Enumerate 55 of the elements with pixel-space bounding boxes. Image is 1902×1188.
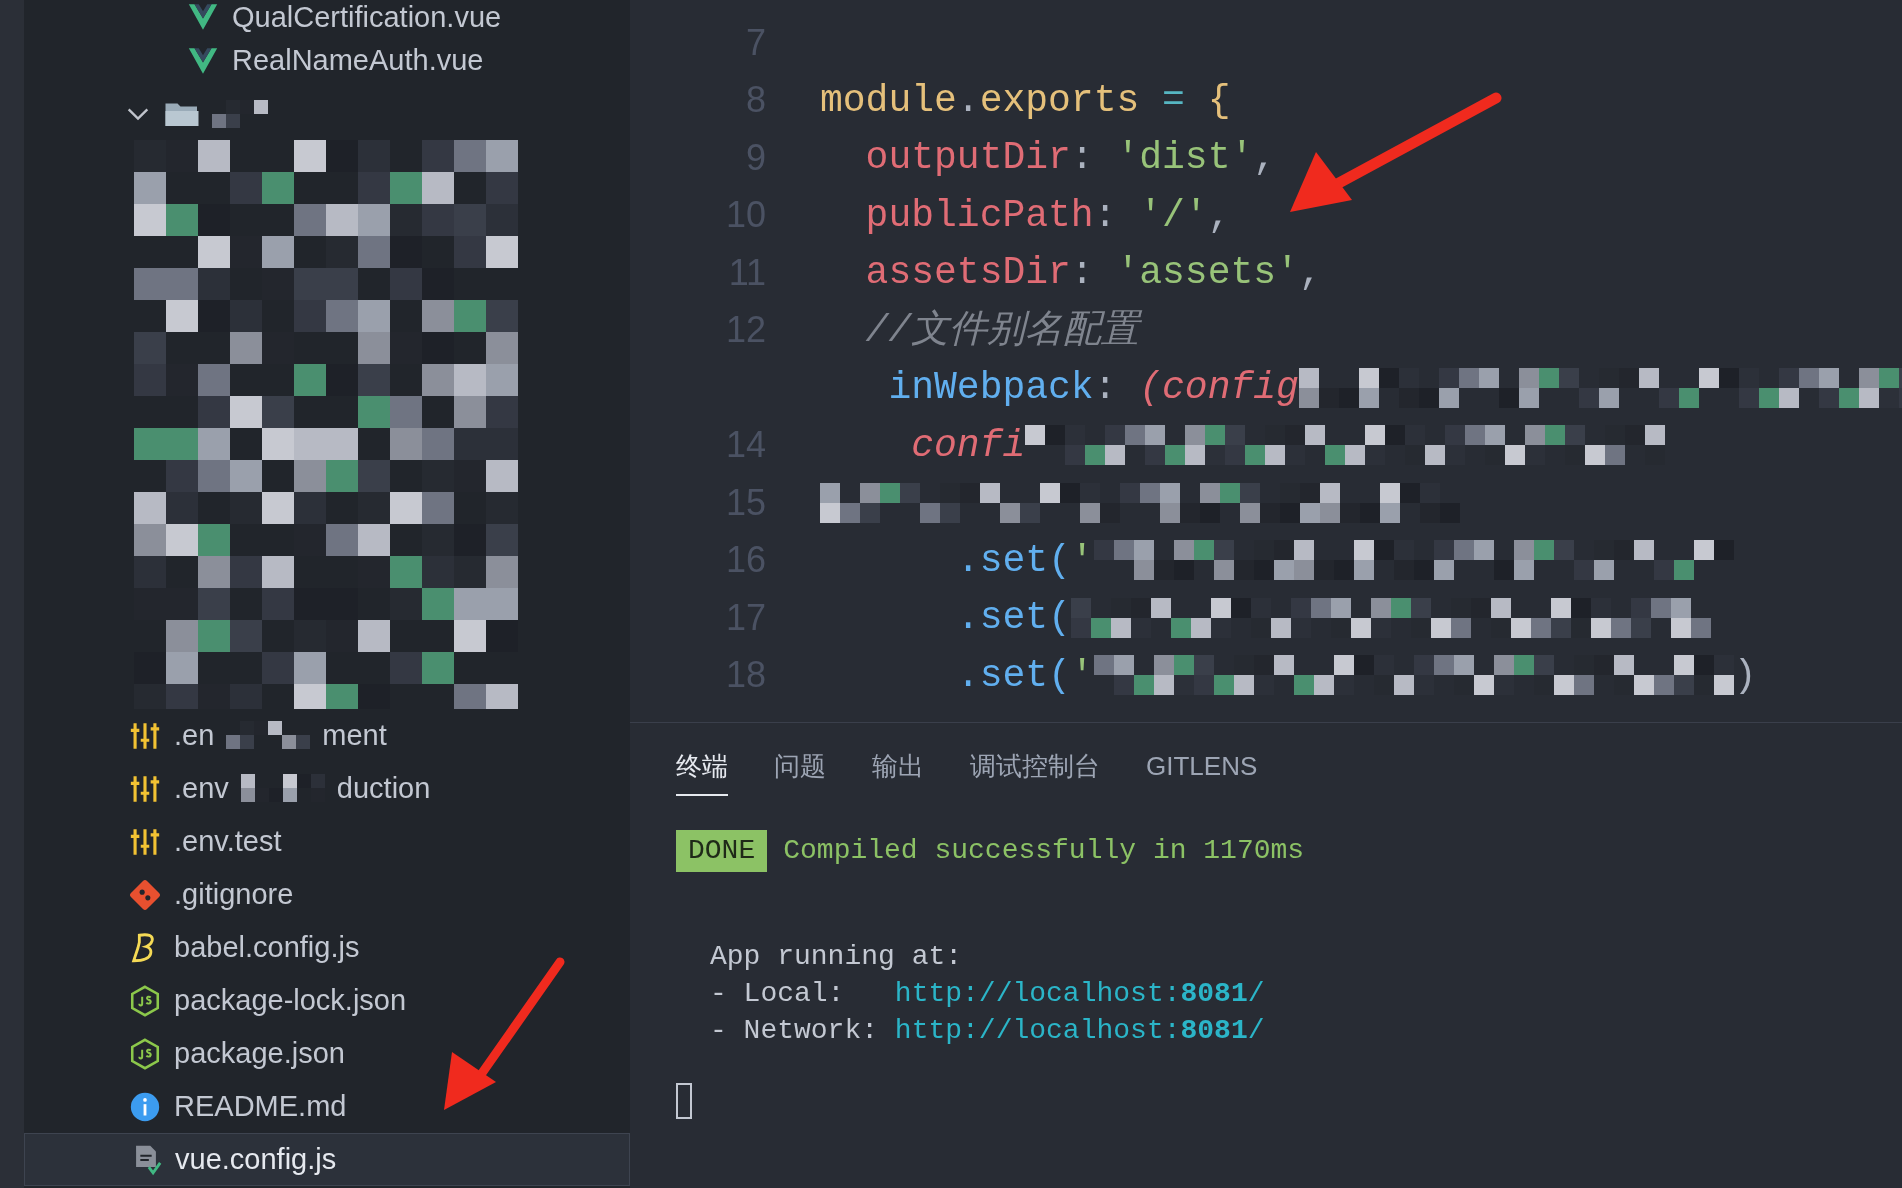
code-token: '/': [1139, 192, 1208, 239]
panel-tab[interactable]: 输出: [872, 747, 924, 796]
code-token: :: [1070, 250, 1095, 297]
code-token: {: [1207, 77, 1231, 124]
file-item[interactable]: .gitignore: [24, 868, 630, 921]
terminal-text: - Network:: [710, 1014, 880, 1048]
file-item[interactable]: .en ment: [24, 709, 630, 762]
code-token: 'assets': [1116, 250, 1299, 297]
file-item[interactable]: babel.config.js: [24, 921, 630, 974]
file-item[interactable]: package.json: [24, 1027, 630, 1080]
code-token: (config: [1139, 365, 1299, 412]
file-item[interactable]: .env duction: [24, 762, 630, 815]
file-item[interactable]: RealNameAuth.vue: [24, 34, 630, 87]
code-token: :: [1093, 192, 1118, 239]
file-item[interactable]: package-lock.json: [24, 974, 630, 1027]
code-token: outputDir: [864, 135, 1071, 182]
code-token: 'dist': [1116, 135, 1254, 182]
code-token: =: [1161, 77, 1186, 124]
panel-tab[interactable]: 调试控制台: [970, 747, 1100, 796]
code-token: //文件别名配置: [864, 307, 1140, 354]
url-link[interactable]: http://localhost:8081/: [894, 975, 1265, 1012]
code-token: .set(: [955, 595, 1071, 642]
code-token: assetsDir: [864, 250, 1071, 297]
file-item[interactable]: .env.test: [24, 815, 630, 868]
code-token: .: [956, 77, 980, 124]
code-token: module: [820, 77, 957, 124]
url-link[interactable]: http://localhost:8081/: [894, 1012, 1265, 1049]
file-item[interactable]: README.md: [24, 1080, 630, 1133]
file-item[interactable]: QualCertification.vue: [24, 0, 630, 34]
code-token: inWebpack: [887, 365, 1094, 412]
panel-tab[interactable]: 终端: [676, 747, 728, 796]
code-token: .set(: [955, 537, 1071, 584]
code-token: ,: [1298, 250, 1322, 297]
hexagon-js-icon: [128, 983, 162, 1018]
code-token: .set(: [955, 652, 1071, 699]
code-token: :: [1070, 135, 1095, 182]
panel-tab[interactable]: 问题: [774, 747, 826, 796]
terminal-text: Compiled successfully in 1170ms: [783, 834, 1305, 868]
code-token: ): [1733, 652, 1757, 699]
pixelated-area-drawing: [212, 99, 268, 128]
terminal-cursor: [676, 1083, 692, 1119]
terminal-text: App running at:: [710, 940, 964, 974]
code-token: ': [1070, 652, 1094, 699]
code-token: ,: [1207, 192, 1231, 239]
code-token: :: [1093, 365, 1118, 412]
file-item[interactable]: vue.config.js: [24, 1133, 630, 1186]
hexagon-js-icon: [128, 1036, 162, 1071]
code-token: ': [1070, 537, 1094, 584]
code-token: ,: [1253, 135, 1277, 182]
code-token: confi: [910, 422, 1026, 469]
panel-tab[interactable]: GITLENS: [1146, 747, 1258, 796]
code-token: publicPath: [864, 192, 1094, 239]
done-badge: DONE: [676, 830, 768, 872]
terminal-text: - Local:: [710, 977, 846, 1011]
code-token: exports: [979, 77, 1140, 124]
